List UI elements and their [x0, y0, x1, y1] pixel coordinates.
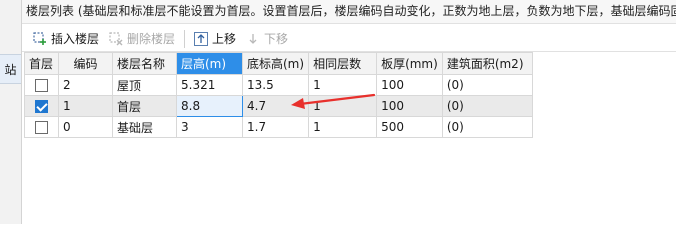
table-row[interactable]: 0 基础层 3 1.7 1 500 (0): [24, 116, 533, 138]
first-floor-cell[interactable]: [24, 74, 59, 96]
same-floors-cell[interactable]: 1: [308, 116, 378, 138]
code-cell[interactable]: 0: [58, 116, 113, 138]
building-area-cell[interactable]: (0): [441, 74, 533, 96]
building-area-cell[interactable]: (0): [441, 116, 533, 138]
move-down-button[interactable]: 下移: [241, 28, 293, 50]
col-header-same-floors[interactable]: 相同层数: [308, 52, 378, 75]
left-side-tab[interactable]: 站: [0, 54, 21, 84]
left-side-tab-label: 站: [4, 62, 17, 77]
floor-list-panel: 楼层列表 (基础层和标准层不能设置为首层。设置首层后，楼层编码自动变化，正数为地…: [22, 0, 676, 224]
insert-floor-icon: [33, 31, 47, 46]
slab-thickness-cell[interactable]: 100: [376, 74, 443, 96]
slab-thickness-cell[interactable]: 100: [376, 95, 443, 117]
col-header-code[interactable]: 编码: [58, 52, 113, 75]
left-panel-strip: 站: [0, 0, 22, 224]
col-header-building-area[interactable]: 建筑面积(m2): [441, 52, 533, 75]
floor-height-cell[interactable]: 3: [176, 116, 243, 138]
bottom-elevation-cell[interactable]: 1.7: [241, 116, 310, 138]
floor-name-cell[interactable]: 首层: [112, 95, 177, 117]
building-area-cell[interactable]: (0): [441, 95, 533, 117]
first-floor-cell[interactable]: [24, 116, 59, 138]
delete-floor-label: 删除楼层: [127, 32, 176, 46]
floor-name-cell[interactable]: 屋顶: [112, 74, 177, 96]
panel-title: 楼层列表 (基础层和标准层不能设置为首层。设置首层后，楼层编码自动变化，正数为地…: [22, 0, 676, 24]
floor-height-input[interactable]: 8.8: [176, 95, 243, 117]
slab-thickness-cell[interactable]: 500: [376, 116, 443, 138]
floor-table: 首层 编码 楼层名称 层高(m) 底标高(m) 相同层数 板厚(mm) 建筑面积…: [24, 52, 533, 138]
col-header-bottom-elevation[interactable]: 底标高(m): [241, 52, 310, 75]
code-cell[interactable]: 1: [58, 95, 113, 117]
first-floor-checkbox[interactable]: [35, 79, 48, 92]
col-header-floor-height[interactable]: 层高(m): [176, 52, 243, 75]
delete-floor-button[interactable]: 删除楼层: [104, 28, 180, 50]
col-header-floor-name[interactable]: 楼层名称: [112, 52, 177, 75]
same-floors-cell[interactable]: 1: [308, 74, 378, 96]
floor-toolbar: 插入楼层 删除楼层 上移 下移: [22, 26, 676, 52]
code-cell[interactable]: 2: [58, 74, 113, 96]
col-header-slab-thickness[interactable]: 板厚(mm): [376, 52, 443, 75]
col-header-first-floor[interactable]: 首层: [24, 52, 59, 75]
table-row[interactable]: 2 屋顶 5.321 13.5 1 100 (0): [24, 74, 533, 96]
floor-name-cell[interactable]: 基础层: [112, 116, 177, 138]
floor-height-cell[interactable]: 5.321: [176, 74, 243, 96]
table-header-row: 首层 编码 楼层名称 层高(m) 底标高(m) 相同层数 板厚(mm) 建筑面积…: [24, 52, 533, 75]
move-up-label: 上移: [212, 32, 237, 46]
first-floor-checkbox[interactable]: [35, 121, 48, 134]
move-down-label: 下移: [264, 32, 289, 46]
toolbar-divider: [184, 29, 186, 48]
first-floor-checkbox[interactable]: [35, 100, 48, 113]
insert-floor-label: 插入楼层: [51, 32, 100, 46]
table-row[interactable]: 1 首层 8.8 4.7 1 100 (0): [24, 95, 533, 117]
insert-floor-button[interactable]: 插入楼层: [28, 28, 104, 50]
bottom-elevation-cell[interactable]: 13.5: [241, 74, 310, 96]
arrow-up-icon: [194, 31, 209, 46]
same-floors-cell[interactable]: 1: [308, 95, 378, 117]
move-up-button[interactable]: 上移: [189, 28, 241, 50]
first-floor-cell[interactable]: [24, 95, 59, 117]
arrow-down-icon: [246, 32, 260, 46]
delete-floor-icon: [109, 31, 123, 46]
bottom-elevation-cell[interactable]: 4.7: [241, 95, 310, 117]
